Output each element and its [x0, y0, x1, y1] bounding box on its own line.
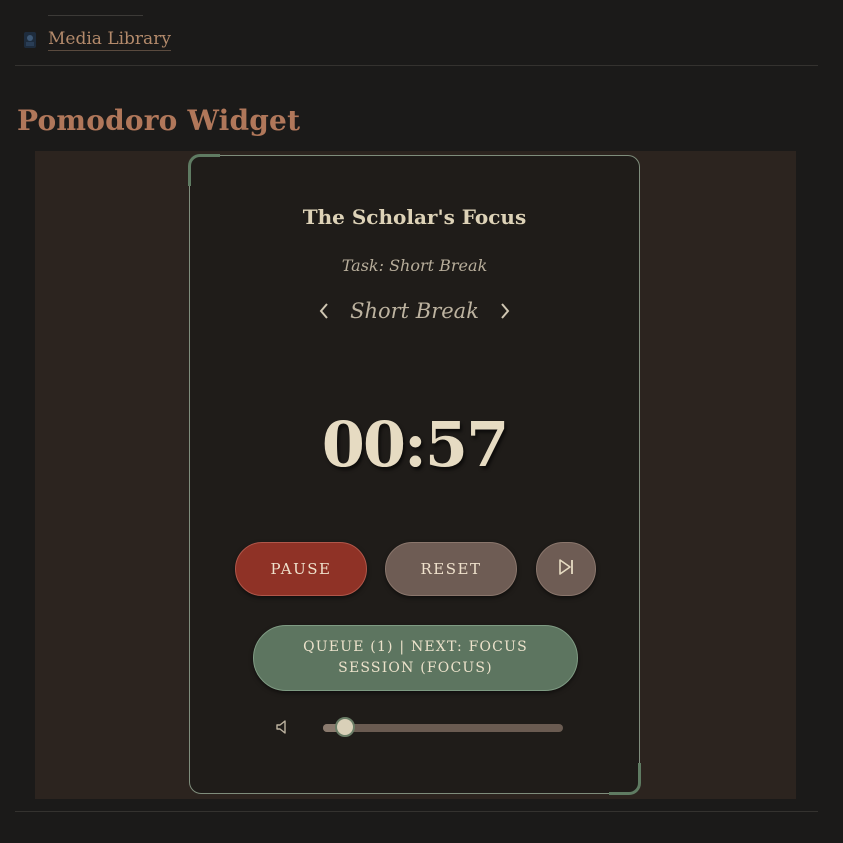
corner-ornament-bottom-right	[609, 763, 641, 795]
queue-button[interactable]: QUEUE (1) | NEXT: FOCUS SESSION (FOCUS)	[253, 625, 578, 691]
volume-slider-thumb[interactable]	[334, 717, 355, 737]
chevron-left-icon[interactable]	[314, 299, 334, 323]
breadcrumb: Media Library	[20, 28, 171, 52]
volume-mute-icon[interactable]	[275, 719, 291, 735]
top-divider	[48, 15, 143, 16]
header-divider	[15, 65, 818, 66]
volume-slider[interactable]	[323, 717, 563, 737]
timer-display: 00:57	[321, 408, 509, 481]
page-title: Pomodoro Widget	[17, 104, 301, 137]
mode-label: Short Break	[350, 299, 479, 323]
footer-divider	[15, 811, 818, 812]
widget-stage: The Scholar's Focus Task: Short Break Sh…	[35, 151, 796, 799]
pomodoro-widget: The Scholar's Focus Task: Short Break Sh…	[188, 154, 641, 795]
breadcrumb-media-library-link[interactable]: Media Library	[48, 29, 171, 51]
pause-button[interactable]: PAUSE	[235, 542, 367, 596]
skip-button[interactable]	[536, 542, 596, 596]
chevron-right-icon[interactable]	[495, 299, 515, 323]
media-library-icon	[20, 30, 40, 50]
corner-ornament-top-left	[188, 154, 220, 186]
mode-selector: Short Break	[190, 294, 639, 328]
task-label: Task: Short Break	[341, 256, 488, 275]
skip-next-icon	[557, 558, 575, 580]
widget-title: The Scholar's Focus	[302, 205, 527, 229]
reset-button[interactable]: RESET	[385, 542, 517, 596]
